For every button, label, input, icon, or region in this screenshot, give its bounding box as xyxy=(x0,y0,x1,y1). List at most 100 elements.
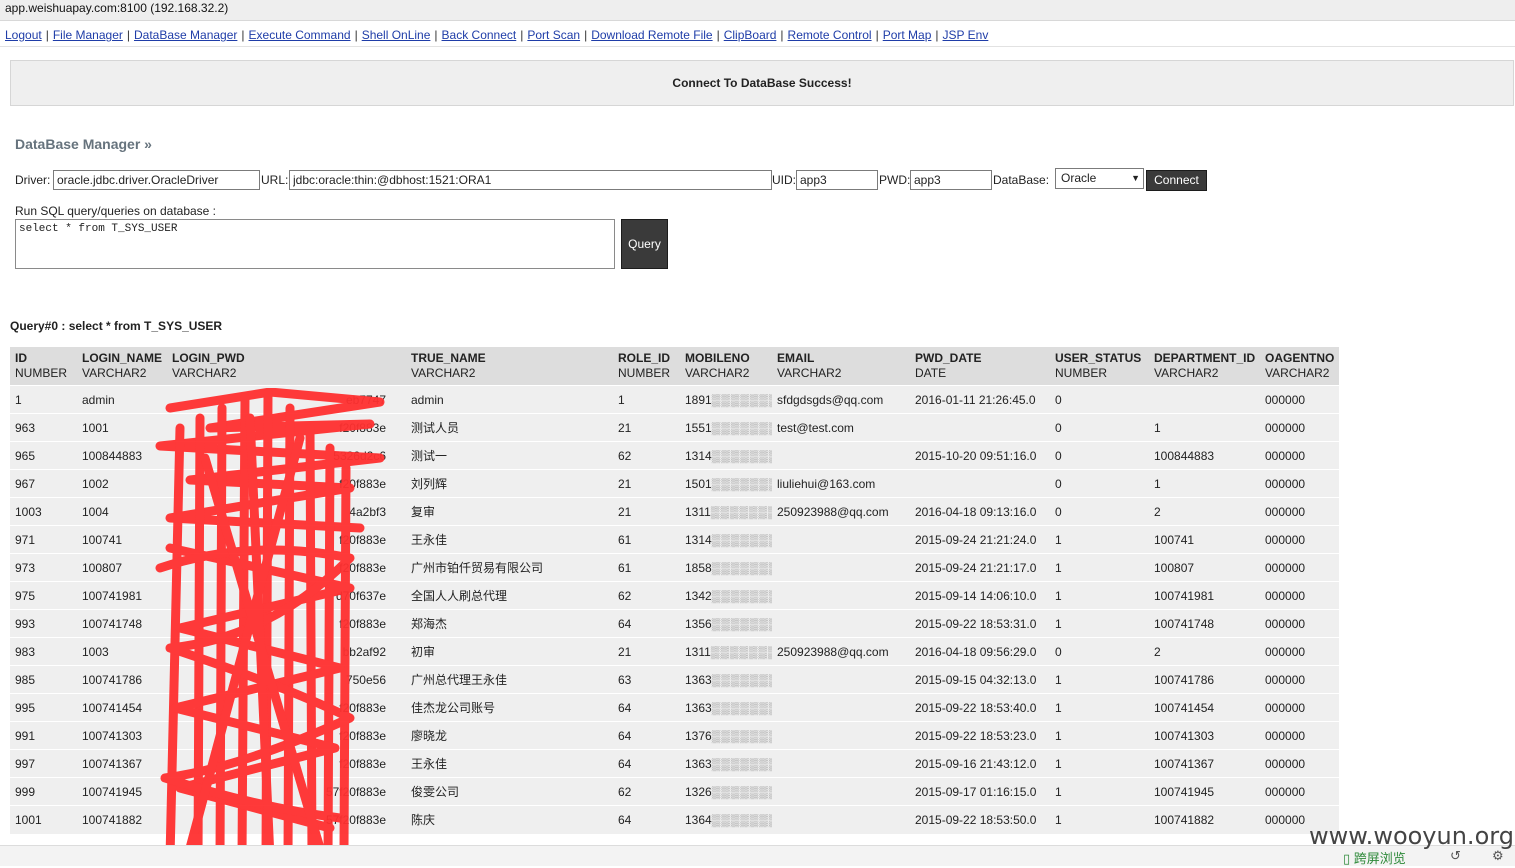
cell-value: f20f883e xyxy=(339,756,386,771)
cell-value: 991 xyxy=(15,728,36,743)
table-cell: 1 xyxy=(1050,777,1149,806)
table-cell: 1363▒▒▒▒▒▒▒ xyxy=(680,693,772,722)
table-cell: 1376▒▒▒▒▒▒▒ xyxy=(680,721,772,750)
table-cell: 000000 xyxy=(1260,637,1339,666)
cell-value: 100741 xyxy=(1154,532,1195,547)
table-cell: 1 xyxy=(10,385,77,414)
column-header: MOBILENO VARCHAR2 xyxy=(680,347,772,386)
cell-value: 1003 xyxy=(82,644,109,659)
history-icon[interactable]: ↺ xyxy=(1450,848,1461,864)
cell-value: 1 xyxy=(1055,616,1062,631)
column-name: OAGENTNO xyxy=(1265,351,1335,365)
sql-query-input[interactable]: select * from T_SYS_USER xyxy=(15,219,615,269)
table-row: 985 100741786 750e56 广州总代理王永佳 63 1363▒▒▒▒▒▒▒ 2… xyxy=(10,665,1339,694)
column-name: MOBILENO xyxy=(685,351,750,365)
pwd-label: PWD: xyxy=(879,173,911,187)
cell-value: 1376 xyxy=(685,728,712,743)
table-cell: 2015-09-24 21:21:17.0 xyxy=(910,553,1050,582)
cell-value: 4a2bf3 xyxy=(349,504,386,519)
column-type: NUMBER xyxy=(1055,366,1108,380)
nav-database-manager[interactable]: DataBase Manager xyxy=(134,28,237,42)
table-cell: 57f20f883e xyxy=(167,777,406,806)
database-selected-value: Oracle xyxy=(1061,171,1097,185)
uid-input[interactable] xyxy=(796,170,878,190)
table-cell: 100807 xyxy=(77,553,167,582)
database-label: DataBase: xyxy=(993,173,1050,187)
nav-port-scan[interactable]: Port Scan xyxy=(527,28,580,42)
nav-clipboard[interactable]: ClipBoard xyxy=(724,28,777,42)
nav-jsp-env[interactable]: JSP Env xyxy=(943,28,989,42)
masked-digits: ▒▒▒▒▒▒▒ xyxy=(711,756,772,771)
url-input[interactable] xyxy=(289,170,772,190)
nav-file-manager[interactable]: File Manager xyxy=(53,28,123,42)
table-cell: 2015-09-22 18:53:23.0 xyxy=(910,721,1050,750)
table-row: 975 100741981 d70f637e 全国人人刷总代理 62 1342▒▒▒▒▒▒… xyxy=(10,581,1339,610)
table-cell: 2016-04-18 09:56:29.0 xyxy=(910,637,1050,666)
nav-remote-control[interactable]: Remote Control xyxy=(788,28,872,42)
table-cell: 2 xyxy=(1149,637,1260,666)
cell-value: 000000 xyxy=(1265,476,1306,491)
nav-port-map[interactable]: Port Map xyxy=(883,28,932,42)
cell-value: 000000 xyxy=(1265,728,1306,743)
cell-value: 全国人人刷总代理 xyxy=(411,589,508,603)
table-cell: 4a2bf3 xyxy=(167,497,406,526)
table-cell: 100741 xyxy=(77,525,167,554)
cell-value: 61 xyxy=(618,532,632,547)
cell-value: 0 xyxy=(1055,448,1062,463)
cell-value: 1 xyxy=(1154,420,1161,435)
table-cell: test@test.com xyxy=(772,413,910,442)
table-cell: 63 xyxy=(613,665,680,694)
cell-value: 62 xyxy=(618,588,632,603)
sql-label: Run SQL query/queries on database : xyxy=(15,204,217,218)
cell-value: 995 xyxy=(15,700,36,715)
connect-button[interactable]: Connect xyxy=(1146,170,1207,191)
cell-value: 0 xyxy=(1055,392,1062,407)
query-button[interactable]: Query xyxy=(621,219,668,269)
cross-screen-browse-status[interactable]: ▯ 跨屏浏览 xyxy=(1343,848,1406,867)
column-type: VARCHAR2 xyxy=(777,366,842,380)
cell-value: 100844883 xyxy=(1154,448,1215,463)
cell-value: f20f883e xyxy=(339,728,386,743)
column-name: PWD_DATE xyxy=(915,351,982,365)
cell-value: liuliehui@163.com xyxy=(777,476,876,491)
table-cell: 1314▒▒▒▒▒▒▒ xyxy=(680,441,772,470)
nav-logout[interactable]: Logout xyxy=(5,28,42,42)
table-cell xyxy=(772,749,910,778)
column-header: LOGIN_PWD VARCHAR2 xyxy=(167,347,406,386)
driver-input[interactable] xyxy=(53,170,260,190)
cell-value: 1311 xyxy=(685,644,711,659)
cell-value: 2016-04-18 09:56:29.0 xyxy=(915,644,1037,659)
table-cell: 61 xyxy=(613,525,680,554)
database-select[interactable]: Oracle ▼ xyxy=(1055,168,1144,189)
nav-back-connect[interactable]: Back Connect xyxy=(442,28,517,42)
nav-shell-online[interactable]: Shell OnLine xyxy=(362,28,431,42)
cell-value: 广州市铂仟贸易有限公司 xyxy=(411,561,544,575)
table-cell: 64 xyxy=(613,805,680,834)
cell-value: f20f883e xyxy=(339,700,386,715)
table-cell xyxy=(910,469,1050,498)
settings-icon[interactable]: ⚙ xyxy=(1492,848,1504,864)
table-cell: 1 xyxy=(1050,665,1149,694)
cell-value: 2 xyxy=(1154,644,1161,659)
table-cell: 100741945 xyxy=(77,777,167,806)
table-cell: 100741454 xyxy=(77,693,167,722)
column-name: ROLE_ID xyxy=(618,351,671,365)
nav-execute-command[interactable]: Execute Command xyxy=(249,28,351,42)
cell-value: bb2af92 xyxy=(342,644,386,659)
cell-value: 1363 xyxy=(685,672,712,687)
cell-value: 985 xyxy=(15,672,36,687)
table-cell: bb2af92 xyxy=(167,637,406,666)
cell-value: 1 xyxy=(618,392,625,407)
cell-value: 1 xyxy=(1055,672,1062,687)
column-type: VARCHAR2 xyxy=(1265,366,1330,380)
table-cell: 100741748 xyxy=(77,609,167,638)
cell-value: 000000 xyxy=(1265,588,1306,603)
cell-value: 1363 xyxy=(685,700,712,715)
table-cell: 975 xyxy=(10,581,77,610)
table-cell: 963 xyxy=(10,413,77,442)
pwd-input[interactable] xyxy=(910,170,992,190)
masked-digits: ▒▒▒▒▒▒▒ xyxy=(711,728,772,743)
table-cell: 100741945 xyxy=(1149,777,1260,806)
table-cell: 100844883 xyxy=(77,441,167,470)
nav-download-remote-file[interactable]: Download Remote File xyxy=(591,28,712,42)
